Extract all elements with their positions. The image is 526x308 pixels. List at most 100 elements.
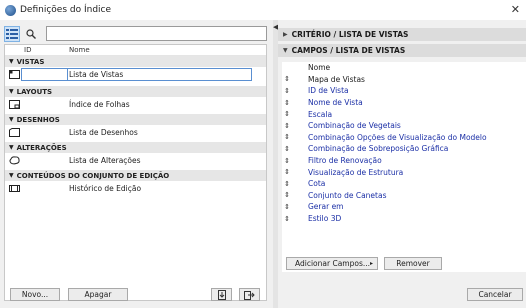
add-fields-button[interactable]: Adicionar Campos... ▸ xyxy=(286,257,378,270)
criteria-section-header[interactable]: ▶ CRITÉRIO / LISTA DE VISTAS xyxy=(278,28,526,41)
field-label: Gerar em xyxy=(308,202,344,212)
field-row[interactable]: ⇕ Visualização de Estrutura xyxy=(282,166,526,178)
field-row[interactable]: ⇕ Nome de Vista xyxy=(282,97,526,109)
list-item-name: Lista de Vistas xyxy=(69,70,124,79)
field-label: ID de Vista xyxy=(308,86,349,96)
field-row[interactable]: ⇕ Combinação de Vegetais xyxy=(282,120,526,132)
field-label: Filtro de Renovação xyxy=(308,156,382,166)
list-item-name: Lista de Desenhos xyxy=(69,128,138,137)
section-title: ALTERAÇÕES xyxy=(16,143,67,152)
section-vistas[interactable]: ▼ VISTAS xyxy=(5,56,266,67)
view-icon xyxy=(9,70,20,79)
list-item[interactable]: Lista de Desenhos xyxy=(5,125,266,140)
criteria-header-label: CRITÉRIO / LISTA DE VISTAS xyxy=(291,30,409,39)
delete-button[interactable]: Apagar xyxy=(68,288,128,301)
field-row[interactable]: ⇕ Mapa de Vistas xyxy=(282,74,526,86)
index-settings-panel: ▶ CRITÉRIO / LISTA DE VISTAS ▼ CAMPOS / … xyxy=(278,20,526,308)
section-layouts[interactable]: ▼ LAYOUTS xyxy=(5,86,266,97)
field-row[interactable]: ⇕ Filtro de Renovação xyxy=(282,155,526,167)
field-label: Visualização de Estrutura xyxy=(308,167,404,177)
list-item[interactable]: Lista de Alterações xyxy=(5,153,266,168)
issue-set-icon xyxy=(9,185,20,192)
add-fields-label: Adicionar Campos... xyxy=(295,259,371,268)
fields-list: Nome ⇕ Mapa de Vistas ⇕ ID de Vista ⇕ Nome … xyxy=(282,62,526,272)
window-titlebar: Definições do Índice ✕ xyxy=(0,0,526,20)
field-row[interactable]: ⇕ Gerar em xyxy=(282,201,526,213)
index-list: ID Nome ▼ VISTAS Lista de Vistas ▼ LAYOUTS… xyxy=(4,44,267,301)
app-icon xyxy=(5,4,16,16)
field-label: Conjunto de Canetas xyxy=(308,190,387,200)
field-label: Escala xyxy=(308,109,333,119)
field-label: Estilo 3D xyxy=(308,214,342,224)
drag-handle-icon[interactable]: ⇕ xyxy=(282,75,292,83)
drag-handle-icon[interactable]: ⇕ xyxy=(282,87,292,95)
section-title: VISTAS xyxy=(16,57,45,66)
drag-handle-icon[interactable]: ⇕ xyxy=(282,99,292,107)
fields-section-header[interactable]: ▼ CAMPOS / LISTA DE VISTAS xyxy=(278,44,526,57)
section-conteudos[interactable]: ▼ CONTEÚDOS DO CONJUNTO DE EDIÇÃO xyxy=(5,170,266,181)
list-item[interactable]: Histórico de Edição xyxy=(5,181,266,196)
field-label: Cota xyxy=(308,179,326,189)
drag-handle-icon[interactable]: ⇕ xyxy=(282,168,292,176)
field-row[interactable]: ⇕ Combinação Opções de Visualização do Mo… xyxy=(282,132,526,144)
collapse-icon: ▼ xyxy=(9,58,14,65)
section-alteracoes[interactable]: ▼ ALTERAÇÕES xyxy=(5,142,266,153)
drag-handle-icon[interactable]: ⇕ xyxy=(282,145,292,153)
field-row[interactable]: ⇕ Cota xyxy=(282,178,526,190)
section-title: DESENHOS xyxy=(16,115,60,124)
drag-handle-icon[interactable]: ⇕ xyxy=(282,180,292,188)
dropdown-arrow-icon: ▸ xyxy=(369,260,373,267)
list-item[interactable]: Índice de Folhas xyxy=(5,97,266,112)
collapse-icon: ▼ xyxy=(9,88,14,95)
field-row[interactable]: ⇕ Escala xyxy=(282,108,526,120)
window-title: Definições do Índice xyxy=(20,5,112,15)
section-desenhos[interactable]: ▼ DESENHOS xyxy=(5,114,266,125)
fields-header-label: CAMPOS / LISTA DE VISTAS xyxy=(291,46,406,55)
list-item-name: Histórico de Edição xyxy=(69,184,142,193)
field-row[interactable]: ⇕ Combinação de Sobreposição Gráfica xyxy=(282,143,526,155)
column-id[interactable]: ID xyxy=(24,46,31,54)
import-icon[interactable] xyxy=(211,288,232,301)
layout-icon xyxy=(9,100,20,109)
field-row[interactable]: ⇕ ID de Vista xyxy=(282,85,526,97)
field-label: Combinação Opções de Visualização do Mod… xyxy=(308,132,487,142)
field-row[interactable]: ⇕ Estilo 3D xyxy=(282,213,526,225)
export-icon[interactable] xyxy=(239,288,260,301)
drag-handle-icon[interactable]: ⇕ xyxy=(282,133,292,141)
section-title: CONTEÚDOS DO CONJUNTO DE EDIÇÃO xyxy=(16,171,170,180)
remove-button[interactable]: Remover xyxy=(384,257,442,270)
field-row[interactable]: ⇕ Conjunto de Canetas xyxy=(282,190,526,202)
drag-handle-icon[interactable]: ⇕ xyxy=(282,203,292,211)
field-label: Combinação de Vegetais xyxy=(308,121,401,131)
drag-handle-icon[interactable]: ⇕ xyxy=(282,110,292,118)
section-title: LAYOUTS xyxy=(16,87,53,96)
drag-handle-icon[interactable]: ⇕ xyxy=(282,191,292,199)
index-list-panel: ID Nome ▼ VISTAS Lista de Vistas ▼ LAYOUTS… xyxy=(0,20,273,308)
field-label: Nome xyxy=(308,63,331,73)
expand-icon: ▶ xyxy=(283,31,288,38)
close-icon[interactable]: ✕ xyxy=(511,3,520,16)
search-icon[interactable] xyxy=(23,26,39,42)
search-input[interactable] xyxy=(46,26,267,41)
id-cell[interactable] xyxy=(21,68,68,81)
revision-icon xyxy=(9,156,20,165)
field-row[interactable]: Nome xyxy=(282,62,526,74)
field-label: Combinação de Sobreposição Gráfica xyxy=(308,144,449,154)
column-name[interactable]: Nome xyxy=(69,46,90,54)
list-item-name: Lista de Alterações xyxy=(69,156,141,165)
field-label: Mapa de Vistas xyxy=(308,74,365,84)
list-toolbar xyxy=(4,26,42,42)
drag-handle-icon[interactable]: ⇕ xyxy=(282,157,292,165)
cancel-button[interactable]: Cancelar xyxy=(467,288,523,301)
collapse-icon: ▼ xyxy=(9,144,14,151)
drawing-icon xyxy=(9,128,20,137)
drag-handle-icon[interactable]: ⇕ xyxy=(282,215,292,223)
new-button[interactable]: Novo... xyxy=(10,288,60,301)
field-label: Nome de Vista xyxy=(308,98,363,108)
collapse-icon: ▼ xyxy=(9,172,14,179)
collapse-icon: ▼ xyxy=(283,47,288,54)
list-view-icon[interactable] xyxy=(4,26,20,42)
drag-handle-icon[interactable]: ⇕ xyxy=(282,122,292,130)
list-item[interactable]: Lista de Vistas xyxy=(5,67,266,82)
collapse-icon: ▼ xyxy=(9,116,14,123)
